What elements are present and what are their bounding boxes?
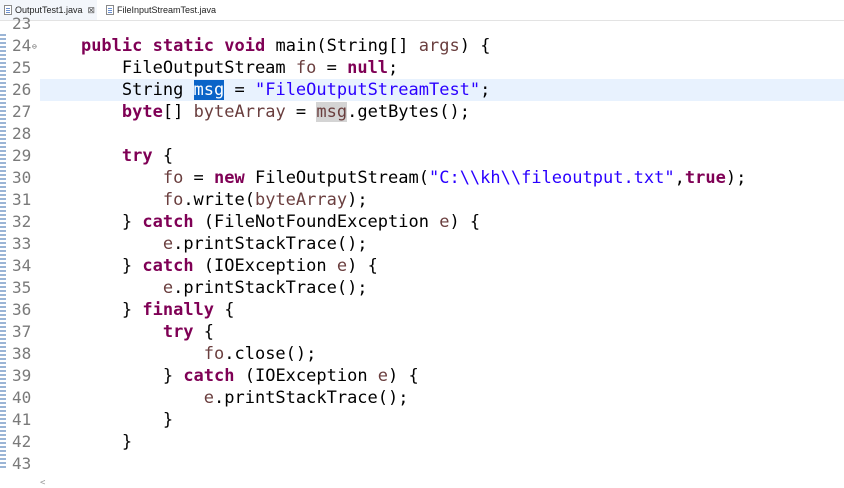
- code-line-25: FileOutputStream fo = null;: [121, 58, 399, 78]
- java-file-icon: [106, 5, 114, 15]
- code-line-26: String msg = "FileOutputStreamTest";: [121, 80, 491, 100]
- occurrence-highlight: msg: [316, 102, 348, 122]
- code-line-40: e.printStackTrace();: [203, 388, 409, 408]
- tab-label: FileInputStreamTest.java: [117, 5, 217, 15]
- close-icon[interactable]: ⊠: [88, 5, 96, 16]
- line-number: 43: [12, 454, 32, 473]
- line-number: 30: [12, 168, 32, 187]
- code-line-24: public static void main(String[] args) {: [80, 36, 491, 56]
- line-number: 33: [12, 234, 32, 253]
- tab-fileinputstreamtest[interactable]: FileInputStreamTest.java: [102, 0, 216, 20]
- editor-tab-bar: OutputTest1.java ⊠ FileInputStreamTest.j…: [0, 0, 844, 21]
- code-line-36: } finally {: [121, 300, 235, 320]
- line-number: 41: [12, 410, 32, 429]
- line-number: 34: [12, 256, 32, 275]
- line-number: 36: [12, 300, 32, 319]
- code-line-29: try {: [121, 146, 174, 166]
- line-number: 26: [12, 80, 32, 99]
- scroll-left-icon[interactable]: <: [40, 478, 45, 488]
- code-line-38: fo.close();: [203, 344, 317, 364]
- code-line-30: fo = new FileOutputStream("C:\\kh\\fileo…: [162, 168, 747, 188]
- line-number: 32: [12, 212, 32, 231]
- code-line-39: } catch (IOException e) {: [162, 366, 419, 386]
- code-line-33: e.printStackTrace();: [162, 234, 368, 254]
- code-line-35: e.printStackTrace();: [162, 278, 368, 298]
- line-number: 39: [12, 366, 32, 385]
- horizontal-scrollbar[interactable]: <: [40, 478, 844, 488]
- line-number: 27: [12, 102, 32, 121]
- code-line-41: }: [162, 410, 174, 430]
- change-ruler: [0, 34, 6, 470]
- line-number: 35: [12, 278, 32, 297]
- selected-text: msg: [193, 80, 225, 100]
- code-line-27: byte[] byteArray = msg.getBytes();: [121, 102, 470, 122]
- line-number: 25: [12, 58, 32, 77]
- line-number: 31: [12, 190, 32, 209]
- fold-collapse-icon[interactable]: ⊖: [32, 42, 37, 51]
- code-line-37: try {: [162, 322, 215, 342]
- code-line-42: }: [121, 432, 133, 452]
- code-line-32: } catch (FileNotFoundException e) {: [121, 212, 481, 232]
- code-line-31: fo.write(byteArray);: [162, 190, 368, 210]
- line-number: 42: [12, 432, 32, 451]
- line-number: 29: [12, 146, 32, 165]
- line-number: 38: [12, 344, 32, 363]
- line-number: 40: [12, 388, 32, 407]
- line-number: 23: [12, 14, 32, 33]
- line-number: 37: [12, 322, 32, 341]
- java-file-icon: [4, 5, 12, 15]
- code-line-34: } catch (IOException e) {: [121, 256, 378, 276]
- line-number: 28: [12, 124, 32, 143]
